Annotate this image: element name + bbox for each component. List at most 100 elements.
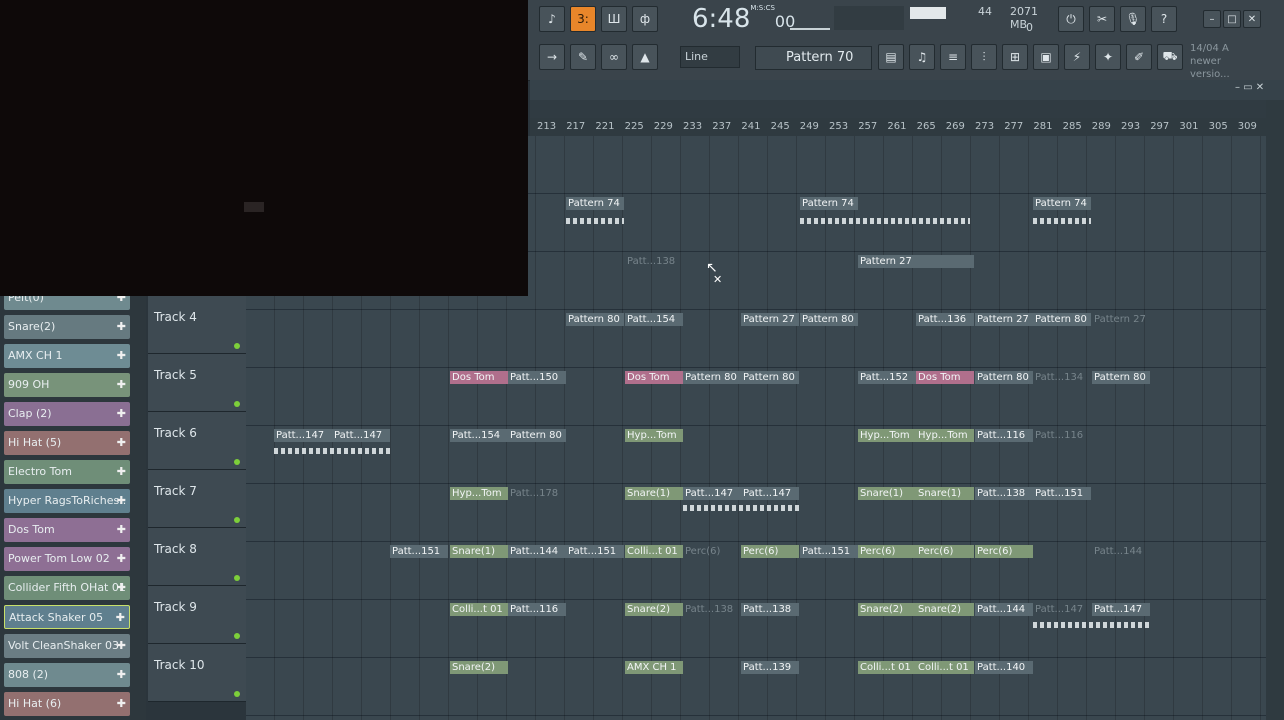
pattern-clip[interactable]: Colli...t 01 xyxy=(625,545,683,558)
track-header[interactable]: Track 9 xyxy=(148,586,246,644)
pattern-clip[interactable]: Pattern 74 xyxy=(1033,197,1091,210)
playlist-overview-scrollbar[interactable] xyxy=(530,100,1266,118)
power-icon[interactable]: ⏻ xyxy=(1058,6,1084,32)
playlist-icon[interactable]: ▤ xyxy=(878,44,904,70)
pattern-clip[interactable]: Patt...136 xyxy=(916,313,974,326)
add-icon[interactable]: ✚ xyxy=(117,344,126,368)
pattern-clip[interactable]: Pattern 80 xyxy=(1033,313,1091,326)
pattern-clip[interactable]: Patt...151 xyxy=(390,545,448,558)
cart-icon[interactable]: ⛟ xyxy=(1157,44,1183,70)
pattern-clip[interactable]: Patt...139 xyxy=(741,661,799,674)
channel-button[interactable]: Snare(2) ✚ xyxy=(4,315,130,339)
pattern-clip[interactable]: Patt...138 xyxy=(741,603,799,616)
pattern-clip[interactable]: Pattern 80 xyxy=(1092,371,1150,384)
pattern-clip[interactable]: Patt...152 xyxy=(858,371,916,384)
add-icon[interactable]: ✚ xyxy=(117,547,126,571)
pattern-clip[interactable]: Pattern 80 xyxy=(683,371,741,384)
pattern-clip[interactable]: Patt...151 xyxy=(566,545,624,558)
pattern-clip[interactable]: Snare(2) xyxy=(858,603,916,616)
channel-button[interactable]: AMX CH 1 ✚ xyxy=(4,344,130,368)
pattern-clip[interactable]: Patt...116 xyxy=(508,603,566,616)
cut-icon[interactable]: ✂ xyxy=(1089,6,1115,32)
pattern-clip[interactable]: Patt...147 xyxy=(1092,603,1150,616)
channel-button[interactable]: Attack Shaker 05 ✚ xyxy=(4,605,130,629)
pattern-clip[interactable]: Colli...t 01 xyxy=(450,603,508,616)
snap-button[interactable]: Ш xyxy=(601,6,627,32)
pattern-clip[interactable]: Patt...140 xyxy=(975,661,1033,674)
pattern-clip[interactable]: Pattern 27 xyxy=(1092,313,1150,326)
pattern-clip[interactable]: Pattern 80 xyxy=(975,371,1033,384)
loop-record-button[interactable]: ф xyxy=(632,6,658,32)
song-time-display[interactable]: 6:48M:S:CS00 xyxy=(692,4,795,36)
pattern-clip[interactable]: Dos Tom xyxy=(625,371,683,384)
pattern-clip[interactable]: Snare(1) xyxy=(916,487,974,500)
pattern-clip[interactable]: Snare(1) xyxy=(625,487,683,500)
stamp-icon[interactable]: ▲ xyxy=(632,44,658,70)
track-header[interactable]: Track 7 xyxy=(148,470,246,528)
playlist-window-controls[interactable]: – ▭ ✕ xyxy=(1235,82,1264,93)
add-icon[interactable]: ✚ xyxy=(117,460,126,484)
channel-button[interactable]: Hi Hat (5) ✚ xyxy=(4,431,130,455)
track-led[interactable] xyxy=(234,459,240,465)
close-icon[interactable]: ✕ xyxy=(1243,10,1261,28)
track-header[interactable]: Track 5 xyxy=(148,354,246,412)
track-led[interactable] xyxy=(234,401,240,407)
link-icon[interactable]: ∞ xyxy=(601,44,627,70)
channel-button[interactable]: 808 (2) ✚ xyxy=(4,663,130,687)
add-icon[interactable]: ✚ xyxy=(117,489,126,513)
clipboard-icon[interactable]: ▣ xyxy=(1033,44,1059,70)
channel-button[interactable]: Electro Tom ✚ xyxy=(4,460,130,484)
channel-button[interactable]: Power Tom Low 02 ✚ xyxy=(4,547,130,571)
pattern-clip[interactable]: Patt...138 xyxy=(683,603,741,616)
snap-select[interactable]: Line xyxy=(680,46,740,68)
add-icon[interactable]: ✚ xyxy=(117,692,126,716)
pattern-clip[interactable]: Snare(2) xyxy=(450,661,508,674)
add-icon[interactable]: ✚ xyxy=(116,606,125,630)
pattern-clip[interactable]: Hyp...Tom xyxy=(916,429,974,442)
master-pitch-slider[interactable] xyxy=(790,8,830,30)
channel-button[interactable]: Hi Hat (6) ✚ xyxy=(4,692,130,716)
pattern-clip[interactable]: Pattern 80 xyxy=(508,429,566,442)
track-led[interactable] xyxy=(234,633,240,639)
mixer-icon[interactable]: ⫶ xyxy=(971,44,997,70)
pattern-clip[interactable]: Patt...116 xyxy=(975,429,1033,442)
pattern-clip[interactable]: Patt...147 xyxy=(274,429,332,442)
add-icon[interactable]: ✚ xyxy=(117,663,126,687)
pattern-clip[interactable]: Dos Tom xyxy=(450,371,508,384)
pattern-clip[interactable]: Perc(6) xyxy=(916,545,974,558)
microphone-icon[interactable]: 🎙 xyxy=(1120,6,1146,32)
vertical-scrollbar[interactable] xyxy=(1266,100,1284,720)
add-icon[interactable]: ✚ xyxy=(117,576,126,600)
pattern-clip[interactable]: Pattern 80 xyxy=(741,371,799,384)
pattern-clip[interactable]: Pattern 74 xyxy=(566,197,624,210)
pattern-clip[interactable]: Patt...144 xyxy=(975,603,1033,616)
maximize-icon[interactable]: □ xyxy=(1223,10,1241,28)
pattern-clip[interactable]: Perc(6) xyxy=(975,545,1033,558)
pattern-clip[interactable]: Snare(2) xyxy=(625,603,683,616)
pattern-clip[interactable]: Patt...147 xyxy=(332,429,390,442)
pattern-clip[interactable]: Patt...147 xyxy=(741,487,799,500)
brush-icon[interactable]: ✐ xyxy=(1126,44,1152,70)
add-icon[interactable]: ✚ xyxy=(117,315,126,339)
pattern-clip[interactable]: Colli...t 01 xyxy=(916,661,974,674)
pattern-clip[interactable]: Patt...144 xyxy=(508,545,566,558)
pattern-clip[interactable]: Pattern 80 xyxy=(800,313,858,326)
wand-icon[interactable]: ✦ xyxy=(1095,44,1121,70)
pattern-clip[interactable]: Hyp...Tom xyxy=(858,429,916,442)
pattern-clip[interactable]: Perc(6) xyxy=(683,545,741,558)
track-led[interactable] xyxy=(234,575,240,581)
plugin-icon[interactable]: ⚡ xyxy=(1064,44,1090,70)
pattern-clip[interactable]: Patt...151 xyxy=(1033,487,1091,500)
pattern-selector[interactable]: Pattern 70 xyxy=(755,46,872,70)
metronome-icon[interactable]: ♪ xyxy=(539,6,565,32)
pattern-clip[interactable]: Snare(2) xyxy=(916,603,974,616)
pattern-clip[interactable]: Patt...138 xyxy=(975,487,1033,500)
pattern-clip[interactable]: Snare(1) xyxy=(450,545,508,558)
track-led[interactable] xyxy=(234,343,240,349)
pattern-clip[interactable]: Pattern 27 xyxy=(975,313,1033,326)
help-icon[interactable]: ? xyxy=(1151,6,1177,32)
piano-roll-icon[interactable]: ♫ xyxy=(909,44,935,70)
channel-button[interactable]: Dos Tom ✚ xyxy=(4,518,130,542)
channel-button[interactable]: Volt CleanShaker 03 ✚ xyxy=(4,634,130,658)
pattern-clip[interactable]: Snare(1) xyxy=(858,487,916,500)
